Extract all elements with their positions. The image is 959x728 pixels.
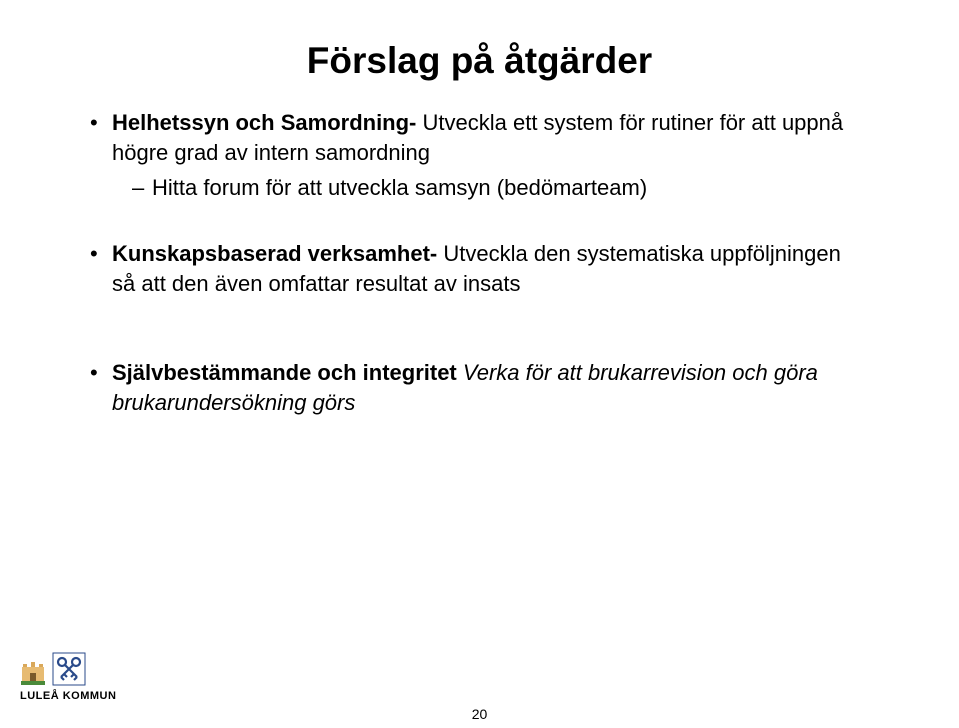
castle-icon: [20, 656, 46, 686]
bullet-item: Självbestämmande och integritet Verka fö…: [90, 358, 869, 417]
slide: Förslag på åtgärder Helhetssyn och Samor…: [0, 0, 959, 728]
sub-item: Hitta forum för att utveckla samsyn (bed…: [132, 173, 869, 203]
keys-icon: [52, 652, 86, 686]
bullet-item: Helhetssyn och Samordning- Utveckla ett …: [90, 108, 869, 203]
bullet-list: Helhetssyn och Samordning- Utveckla ett …: [90, 108, 869, 418]
page-number: 20: [0, 706, 959, 722]
slide-title: Förslag på åtgärder: [90, 40, 869, 82]
bullet-lead: Självbestämmande och integritet: [112, 360, 463, 385]
bullet-lead: Helhetssyn och Samordning-: [112, 110, 416, 135]
bullet-lead: Kunskapsbaserad verksamhet-: [112, 241, 437, 266]
sub-list: Hitta forum för att utveckla samsyn (bed…: [132, 173, 869, 203]
logo: LULEÅ KOMMUN: [20, 652, 116, 702]
bullet-item: Kunskapsbaserad verksamhet- Utveckla den…: [90, 239, 869, 298]
logo-text: LULEÅ KOMMUN: [20, 690, 116, 702]
logo-row: [20, 652, 86, 686]
